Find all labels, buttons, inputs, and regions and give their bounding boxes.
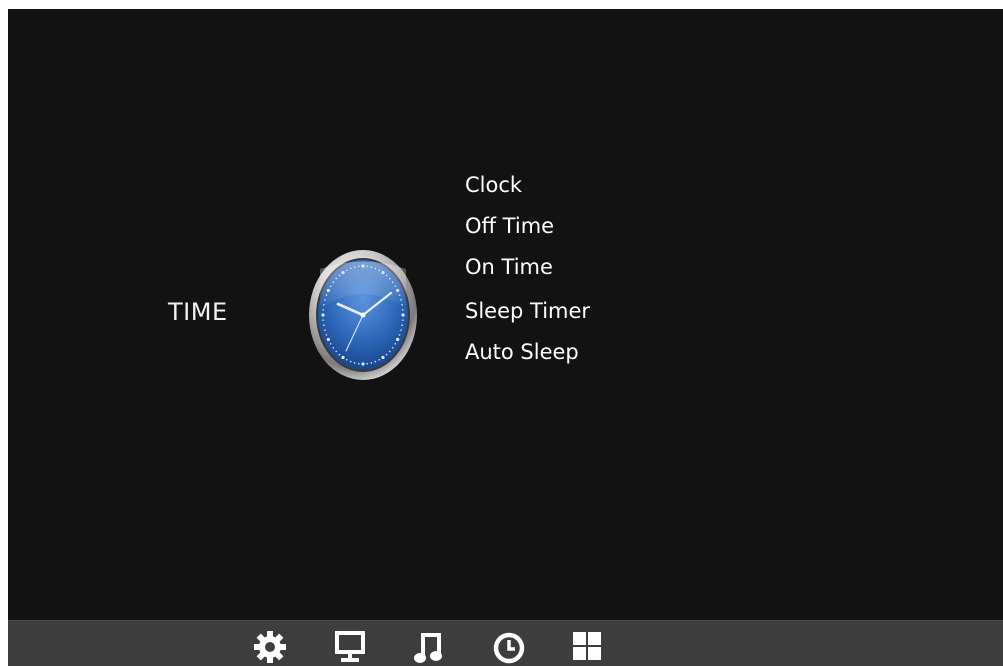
clock-tick xyxy=(345,269,348,272)
menu-item-on-time[interactable]: On Time xyxy=(465,251,590,292)
clock-tick xyxy=(323,324,325,326)
clock-tick xyxy=(361,264,365,268)
analog-clock-icon xyxy=(308,249,418,381)
clock-tick xyxy=(394,343,397,345)
clock-tick xyxy=(341,270,345,275)
monitor-icon[interactable] xyxy=(332,629,368,665)
clock-tick xyxy=(366,265,368,268)
clock-tick xyxy=(353,362,356,364)
clock-tick xyxy=(385,353,388,356)
clock-tick xyxy=(326,288,330,293)
clock-tick xyxy=(321,313,325,317)
clock-tick xyxy=(329,285,332,287)
clock-tick xyxy=(323,304,325,306)
menu-item-off-time[interactable]: Off Time xyxy=(465,210,590,251)
clock-tick xyxy=(358,265,360,268)
clock-tick xyxy=(353,266,356,268)
clock-tick xyxy=(332,346,335,349)
clock-tick xyxy=(326,337,330,342)
clock-tick xyxy=(322,309,325,311)
clock-tick xyxy=(341,355,345,360)
clock-tick xyxy=(398,294,401,296)
music-note-icon[interactable] xyxy=(412,629,448,665)
clock-tick xyxy=(401,304,403,306)
grid-icon[interactable] xyxy=(569,629,605,665)
clock-tick xyxy=(335,277,338,280)
clock-tick xyxy=(391,281,394,284)
clock-tick xyxy=(401,319,404,321)
bottom-nav-bar xyxy=(8,620,1003,666)
clock-tick xyxy=(401,309,404,311)
clock-tick xyxy=(349,267,352,270)
clock-tick xyxy=(398,334,401,336)
clock-tick xyxy=(338,274,341,277)
clock-tick xyxy=(388,350,391,353)
clock-tick xyxy=(325,294,328,296)
clock-tick xyxy=(394,285,397,287)
clock-tick xyxy=(385,274,388,277)
clock-icon[interactable] xyxy=(491,629,527,665)
clock-tick xyxy=(396,337,400,342)
clock-tick xyxy=(400,329,402,331)
clock-tick xyxy=(381,355,385,360)
settings-gear-icon[interactable] xyxy=(252,629,288,665)
clock-tick xyxy=(378,269,381,272)
clock-tick xyxy=(366,362,368,365)
clock-tick xyxy=(374,267,377,270)
clock-tick xyxy=(332,281,335,284)
time-menu: Clock Off Time On Time Sleep Timer Auto … xyxy=(465,169,590,377)
clock-tick xyxy=(325,334,328,336)
menu-item-sleep-timer[interactable]: Sleep Timer xyxy=(465,295,590,336)
clock-tick xyxy=(358,362,360,365)
clock-tick xyxy=(381,270,385,275)
clock-tick xyxy=(329,343,332,345)
clock-tick xyxy=(349,360,352,363)
clock-tick xyxy=(374,360,377,363)
osd-screen: TIME Clock Off Time On Time Sleep Timer … xyxy=(8,9,1003,666)
clock-tick xyxy=(361,362,365,366)
clock-tick xyxy=(370,266,373,268)
clock-tick xyxy=(322,319,325,321)
clock-tick xyxy=(335,350,338,353)
clock-tick xyxy=(391,346,394,349)
menu-item-clock[interactable]: Clock xyxy=(465,169,590,210)
clock-tick xyxy=(400,299,402,301)
clock-tick xyxy=(324,329,326,331)
clock-tick xyxy=(396,288,400,293)
clock-tick xyxy=(388,277,391,280)
clock-tick xyxy=(401,324,403,326)
clock-tick xyxy=(401,313,405,317)
section-title: TIME xyxy=(168,298,228,326)
clock-tick xyxy=(370,362,373,364)
menu-item-auto-sleep[interactable]: Auto Sleep xyxy=(465,336,590,377)
clock-tick xyxy=(378,358,381,361)
clock-tick xyxy=(338,353,341,356)
clock-tick xyxy=(324,299,326,301)
clock-tick xyxy=(345,358,348,361)
